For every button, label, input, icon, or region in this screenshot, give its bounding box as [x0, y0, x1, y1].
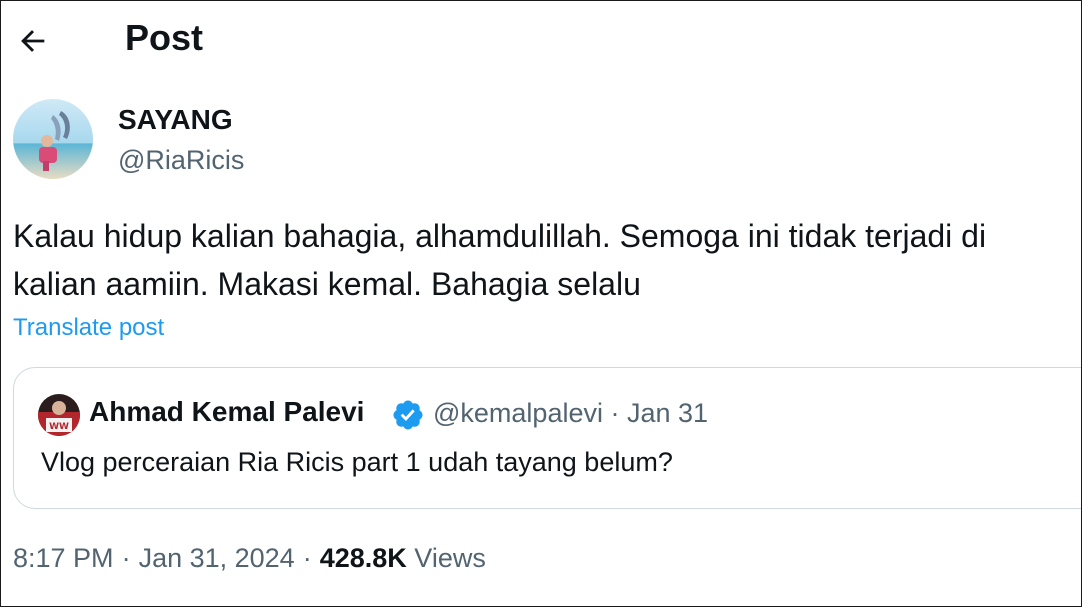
post-time[interactable]: 8:17 PM — [13, 543, 114, 573]
views-label: Views — [414, 543, 486, 573]
meta-separator: · — [302, 543, 312, 573]
page-title: Post — [125, 17, 204, 58]
post-text-line: Kalau hidup kalian bahagia, alhamdulilla… — [13, 218, 987, 254]
post-date[interactable]: Jan 31, 2024 — [139, 543, 295, 573]
quoted-author-handle-date: @kemalpalevi · Jan 31 — [433, 398, 709, 428]
post-text: Kalau hidup kalian bahagia, alhamdulilla… — [13, 212, 1081, 308]
author-avatar[interactable] — [13, 99, 93, 179]
arrow-left-icon — [21, 30, 45, 52]
views-count: 428.8K — [319, 543, 407, 573]
verified-badge-icon — [393, 400, 423, 430]
avatar-image — [13, 99, 93, 179]
translate-post-link[interactable]: Translate post — [13, 314, 164, 342]
quoted-avatar-image: WW — [38, 394, 80, 436]
quoted-post-card[interactable]: WW Ahmad Kemal Palevi @kemalpalevi · Jan… — [13, 367, 1081, 509]
svg-text:WW: WW — [49, 422, 69, 432]
author-name[interactable]: SAYANG — [118, 104, 233, 136]
author-handle[interactable]: @RiaRicis — [118, 145, 244, 176]
post-text-line: kalian aamiin. Makasi kemal. Bahagia sel… — [13, 266, 641, 302]
meta-separator: · — [121, 543, 131, 573]
post-frame: Post SAYANG @RiaRicis Kalau hidup kalian… — [0, 0, 1082, 607]
post-meta: 8:17 PM · Jan 31, 2024 · 428.8K Views — [13, 543, 486, 574]
quoted-author-avatar[interactable]: WW — [38, 394, 80, 436]
quoted-author-name[interactable]: Ahmad Kemal Palevi — [89, 396, 364, 428]
quoted-post-text: Vlog perceraian Ria Ricis part 1 udah ta… — [41, 447, 673, 477]
back-button[interactable] — [13, 21, 53, 61]
